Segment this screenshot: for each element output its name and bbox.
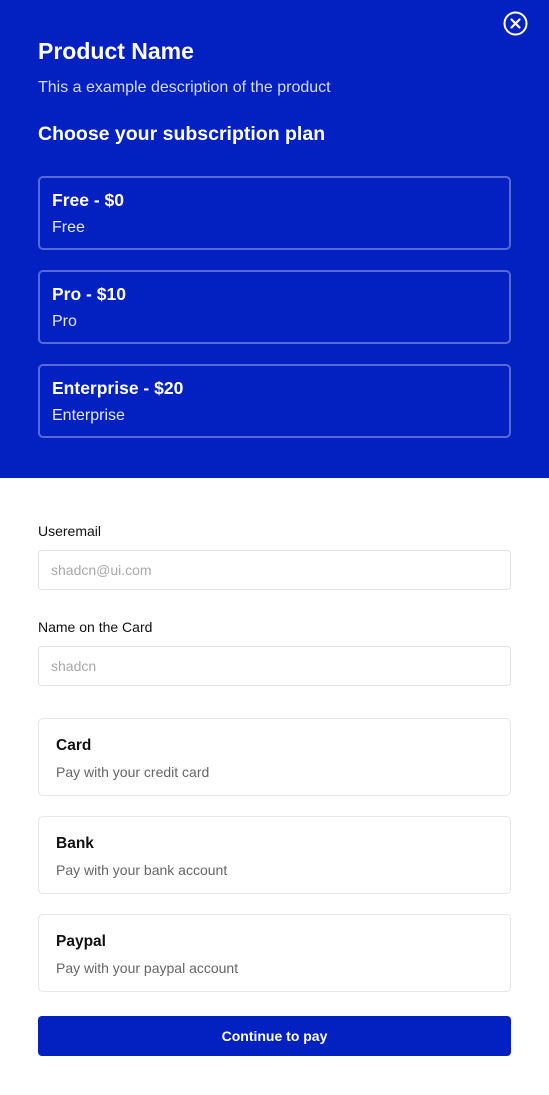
email-field[interactable] [38, 550, 511, 590]
payment-option-name: Card [56, 737, 92, 754]
payment-option-description: Pay with your paypal account [56, 960, 239, 976]
product-description: This a example description of the produc… [38, 79, 331, 96]
plan-option-pro[interactable]: Pro - $10 Pro [38, 270, 511, 344]
plan-option-enterprise[interactable]: Enterprise - $20 Enterprise [38, 364, 511, 438]
payment-option-name: Paypal [56, 933, 106, 950]
plan-name: Enterprise - $20 [52, 378, 184, 398]
payment-option-paypal[interactable]: Paypal Pay with your paypal account [38, 914, 511, 992]
plan-subtitle: Free [52, 219, 85, 236]
payment-option-bank[interactable]: Bank Pay with your bank account [38, 816, 511, 894]
plan-name: Pro - $10 [52, 284, 126, 304]
close-circle-icon [503, 11, 528, 36]
plan-subtitle: Pro [52, 313, 77, 330]
payment-option-card[interactable]: Card Pay with your credit card [38, 718, 511, 796]
payment-option-name: Bank [56, 835, 94, 852]
payment-option-description: Pay with your credit card [56, 764, 210, 780]
plan-name: Free - $0 [52, 190, 124, 210]
product-header: Product Name This a example description … [0, 0, 549, 478]
continue-to-pay-button[interactable]: Continue to pay [38, 1016, 511, 1056]
plan-subtitle: Enterprise [52, 407, 125, 424]
payment-option-description: Pay with your bank account [56, 862, 228, 878]
plan-heading: Choose your subscription plan [38, 123, 326, 145]
card-name-field[interactable] [38, 646, 511, 686]
plan-option-free[interactable]: Free - $0 Free [38, 176, 511, 250]
close-button[interactable] [503, 11, 528, 36]
card-name-label: Name on the Card [38, 619, 153, 635]
email-label: Useremail [38, 523, 102, 539]
product-title: Product Name [38, 38, 194, 64]
